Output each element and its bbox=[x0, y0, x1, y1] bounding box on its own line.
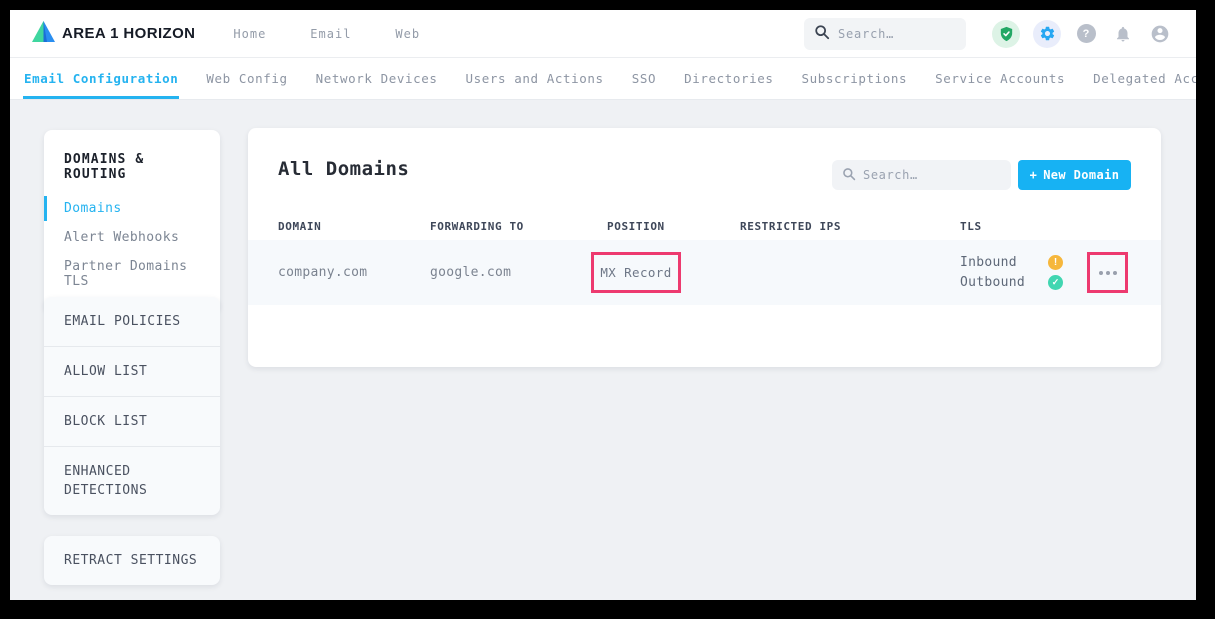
tab-web-config[interactable]: Web Config bbox=[192, 58, 301, 99]
app-screen: AREA 1 HORIZON Home Email Web bbox=[10, 10, 1196, 600]
search-icon bbox=[842, 166, 856, 185]
position-cell-highlight-box: MX Record bbox=[591, 252, 681, 293]
domains-search-box[interactable] bbox=[832, 160, 1011, 190]
new-domain-button[interactable]: + New Domain bbox=[1018, 160, 1131, 190]
tab-delegated-accounts[interactable]: Delegated Accounts bbox=[1079, 58, 1196, 99]
nav-item-home[interactable]: Home bbox=[233, 27, 266, 41]
sidebar-policies-card: EMAIL POLICIES ALLOW LIST BLOCK LIST ENH… bbox=[44, 297, 220, 515]
sidebar-retract-card: RETRACT SETTINGS bbox=[44, 536, 220, 585]
tls-outbound-line: Outbound ✓ bbox=[960, 272, 1063, 292]
sidebar-item-alert-webhooks[interactable]: Alert Webhooks bbox=[44, 223, 220, 252]
warning-status-icon: ! bbox=[1048, 255, 1063, 270]
tab-service-accounts[interactable]: Service Accounts bbox=[921, 58, 1079, 99]
sidebar-item-partner-domains-tls[interactable]: Partner Domains TLS bbox=[44, 252, 220, 296]
tab-users-and-actions[interactable]: Users and Actions bbox=[452, 58, 618, 99]
page-title: All Domains bbox=[278, 158, 409, 180]
tls-inbound-line: Inbound ! bbox=[960, 252, 1063, 272]
sidebar-section-email-policies[interactable]: EMAIL POLICIES bbox=[44, 297, 220, 346]
tab-subscriptions[interactable]: Subscriptions bbox=[787, 58, 921, 99]
domains-search-input[interactable] bbox=[863, 168, 1001, 182]
sidebar-domains-routing-card: DOMAINS & ROUTING Domains Alert Webhooks… bbox=[44, 130, 220, 312]
area1-triangle-logo-icon bbox=[32, 20, 56, 47]
bell-icon[interactable] bbox=[1111, 22, 1135, 46]
tls-cell: Inbound ! Outbound ✓ bbox=[960, 252, 1063, 292]
sidebar-section-enhanced-detections[interactable]: ENHANCED DETECTIONS bbox=[44, 446, 220, 515]
window-frame: { "header": { "brand": "AREA 1 HORIZON",… bbox=[0, 0, 1215, 619]
tls-outbound-label: Outbound bbox=[960, 275, 1048, 290]
user-icon[interactable] bbox=[1148, 22, 1172, 46]
tab-directories[interactable]: Directories bbox=[670, 58, 787, 99]
nav-item-web[interactable]: Web bbox=[395, 27, 420, 41]
nav-item-email[interactable]: Email bbox=[310, 27, 351, 41]
row-ellipsis-menu-button[interactable] bbox=[1093, 261, 1123, 285]
column-header-tls: TLS bbox=[960, 220, 982, 233]
help-icon[interactable]: ? bbox=[1074, 22, 1098, 46]
global-search-box[interactable] bbox=[804, 18, 966, 50]
column-header-forwarding-to: FORWARDING TO bbox=[430, 220, 524, 233]
gear-icon[interactable] bbox=[1033, 20, 1061, 48]
plus-icon: + bbox=[1030, 168, 1038, 182]
global-search-input[interactable] bbox=[838, 27, 956, 41]
top-bar-right: ? bbox=[804, 18, 1172, 50]
top-nav: Home Email Web bbox=[233, 27, 420, 41]
top-icon-cluster: ? bbox=[992, 20, 1172, 48]
sidebar-section-title: DOMAINS & ROUTING bbox=[44, 152, 220, 194]
tab-network-devices[interactable]: Network Devices bbox=[302, 58, 452, 99]
all-domains-panel: All Domains + New Domain DOMAIN FORWARDI… bbox=[248, 128, 1161, 367]
sidebar-section-retract-settings[interactable]: RETRACT SETTINGS bbox=[44, 536, 220, 585]
domain-cell: company.com bbox=[278, 240, 367, 305]
sidebar-section-block-list[interactable]: BLOCK LIST bbox=[44, 396, 220, 446]
check-status-icon: ✓ bbox=[1048, 275, 1063, 290]
column-header-domain: DOMAIN bbox=[278, 220, 321, 233]
sidebar-section-allow-list[interactable]: ALLOW LIST bbox=[44, 346, 220, 396]
column-header-position: POSITION bbox=[607, 220, 665, 233]
sidebar-item-domains[interactable]: Domains bbox=[44, 194, 220, 223]
tab-email-configuration[interactable]: Email Configuration bbox=[10, 58, 192, 99]
tls-inbound-label: Inbound bbox=[960, 255, 1048, 270]
shield-check-icon[interactable] bbox=[992, 20, 1020, 48]
search-icon bbox=[814, 24, 830, 44]
column-header-restricted-ips: RESTRICTED IPS bbox=[740, 220, 841, 233]
forwarding-to-cell: google.com bbox=[430, 240, 511, 305]
row-menu-highlight-box bbox=[1087, 252, 1128, 293]
position-cell: MX Record bbox=[600, 265, 671, 280]
new-domain-button-label: New Domain bbox=[1043, 168, 1119, 182]
table-row[interactable]: company.com google.com MX Record Inbound… bbox=[248, 240, 1161, 305]
top-bar: AREA 1 HORIZON Home Email Web bbox=[10, 10, 1196, 58]
config-tab-bar: Email Configuration Web Config Network D… bbox=[10, 58, 1196, 100]
tab-sso[interactable]: SSO bbox=[618, 58, 670, 99]
brand-name: AREA 1 HORIZON bbox=[62, 25, 195, 42]
brand-logo[interactable]: AREA 1 HORIZON bbox=[32, 20, 195, 47]
content-area: DOMAINS & ROUTING Domains Alert Webhooks… bbox=[10, 100, 1196, 600]
